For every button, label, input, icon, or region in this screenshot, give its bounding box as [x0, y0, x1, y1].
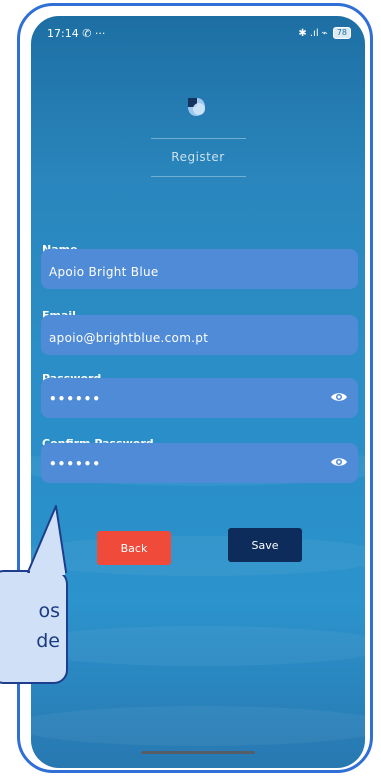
email-value: apoio@brightblue.com.pt: [49, 331, 209, 345]
password-field[interactable]: ••••••: [41, 378, 358, 418]
name-field[interactable]: Apoio Bright Blue: [41, 249, 358, 289]
back-button[interactable]: Back: [97, 531, 171, 565]
header-divider-bottom: [151, 176, 246, 177]
status-bar: 17:14 ✆ ··· ✱ .ıl ⌁ 78: [31, 16, 365, 48]
app-logo-icon: [188, 98, 205, 116]
background-wave: [31, 706, 365, 746]
home-indicator[interactable]: [141, 751, 255, 754]
stage: 17:14 ✆ ··· ✱ .ıl ⌁ 78 Register Name: [0, 0, 381, 783]
status-time-text: 17:14: [47, 27, 79, 40]
eye-icon[interactable]: [330, 390, 348, 404]
status-time: 17:14 ✆ ···: [47, 27, 105, 40]
battery-icon: 78: [332, 27, 351, 39]
password-value: ••••••: [49, 392, 102, 406]
header-divider-top: [151, 138, 246, 139]
status-icons: ✱ .ıl ⌁ 78: [298, 27, 351, 39]
background-wave: [31, 536, 365, 576]
whatsapp-notification-icon: ✆ ···: [82, 27, 106, 40]
phone-frame: 17:14 ✆ ··· ✱ .ıl ⌁ 78 Register Name: [17, 3, 373, 773]
callout-line-2: de: [36, 630, 60, 652]
eye-icon[interactable]: [330, 455, 348, 469]
page-title: Register: [171, 150, 225, 164]
save-button[interactable]: Save: [228, 528, 302, 562]
background-wave: [31, 626, 365, 666]
email-field[interactable]: apoio@brightblue.com.pt: [41, 315, 358, 355]
signal-wifi-icon: ✱ .ıl ⌁: [298, 27, 328, 39]
name-value: Apoio Bright Blue: [49, 265, 159, 279]
callout-line-1: os: [38, 600, 60, 622]
confirm-password-field[interactable]: ••••••: [41, 443, 358, 483]
app-screen: 17:14 ✆ ··· ✱ .ıl ⌁ 78 Register Name: [31, 16, 365, 768]
confirm-password-value: ••••••: [49, 457, 102, 471]
callout-box: os de: [0, 570, 68, 684]
